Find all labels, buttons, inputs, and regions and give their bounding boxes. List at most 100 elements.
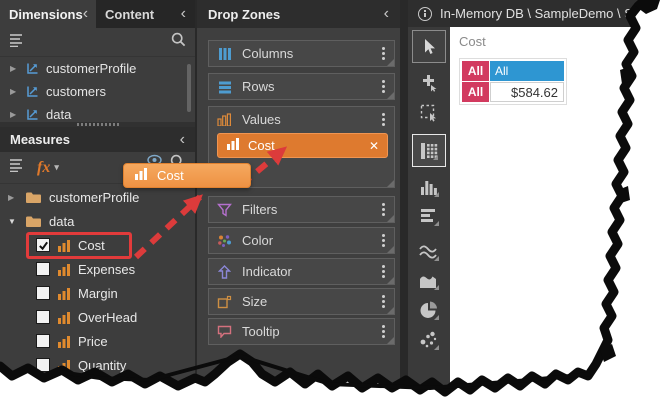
dimensions-scrollbar[interactable] bbox=[187, 64, 191, 112]
drop-zones-title: Drop Zones bbox=[208, 7, 280, 22]
resize-grip-icon[interactable] bbox=[387, 307, 394, 314]
columns-icon bbox=[216, 47, 233, 61]
info-icon[interactable] bbox=[418, 7, 432, 21]
resize-grip-icon[interactable] bbox=[387, 59, 394, 66]
drop-zone-size[interactable]: Size bbox=[208, 288, 395, 315]
color-icon bbox=[216, 234, 233, 248]
area-chart-tool-button[interactable] bbox=[408, 268, 450, 294]
measure-folder-data[interactable]: ▼ data bbox=[0, 209, 195, 233]
zone-menu-icon[interactable] bbox=[380, 78, 387, 95]
collapse-measures-icon[interactable]: ‹ bbox=[180, 132, 185, 148]
resize-grip-icon[interactable] bbox=[387, 215, 394, 222]
dimensions-tree: ▶ customerProfile ▶ customers ▶ data bbox=[0, 57, 195, 122]
measure-icon bbox=[57, 287, 71, 300]
zone-menu-icon[interactable] bbox=[380, 293, 387, 310]
list-view-icon[interactable] bbox=[9, 158, 25, 177]
zone-label: Indicator bbox=[242, 264, 292, 279]
measure-item-label: Price bbox=[78, 334, 108, 349]
values-cost-chip[interactable]: Cost ✕ bbox=[217, 133, 388, 158]
dimensions-toolbar bbox=[0, 28, 195, 57]
add-element-button[interactable] bbox=[408, 70, 450, 96]
pivot-column-header: All bbox=[490, 61, 564, 81]
checkbox-unchecked[interactable] bbox=[36, 286, 50, 300]
values-icon bbox=[216, 113, 233, 126]
zone-menu-icon[interactable] bbox=[380, 201, 387, 218]
measure-item-label: Quantity bbox=[78, 358, 126, 373]
resize-grip-icon[interactable] bbox=[387, 246, 394, 253]
resize-grip-icon[interactable] bbox=[387, 180, 394, 187]
measure-item-expenses[interactable]: Expenses bbox=[0, 257, 195, 281]
indicator-icon bbox=[216, 265, 233, 279]
tree-item-label: data bbox=[46, 107, 71, 122]
measures-header: Measures ‹ bbox=[0, 127, 195, 152]
resize-grip-icon[interactable] bbox=[387, 337, 394, 344]
tree-item-data[interactable]: ▶ data bbox=[0, 103, 195, 122]
checkbox-unchecked[interactable] bbox=[36, 262, 50, 276]
expand-icon[interactable]: ▶ bbox=[10, 87, 20, 96]
checkbox-unchecked[interactable] bbox=[36, 334, 50, 348]
measure-icon bbox=[57, 335, 71, 348]
drop-zone-filters[interactable]: Filters bbox=[208, 196, 395, 223]
tree-item-customers[interactable]: ▶ customers bbox=[0, 80, 195, 103]
drop-zone-tooltip[interactable]: Tooltip bbox=[208, 318, 395, 345]
tree-item-customerprofile[interactable]: ▶ customerProfile bbox=[0, 57, 195, 80]
measure-item-label: Margin bbox=[78, 286, 118, 301]
zone-menu-icon[interactable] bbox=[380, 323, 387, 340]
tab-dimensions[interactable]: Dimensions ‹ bbox=[0, 0, 96, 28]
collapse-tree-icon[interactable]: ▼ bbox=[8, 217, 19, 226]
pointer-tool-button[interactable] bbox=[412, 30, 446, 63]
expand-icon[interactable]: ▶ bbox=[10, 110, 20, 119]
checkbox-unchecked[interactable] bbox=[36, 358, 50, 372]
add-calculation-button[interactable]: fx ▾ bbox=[37, 159, 59, 177]
resize-grip-icon[interactable] bbox=[387, 277, 394, 284]
zone-menu-icon[interactable] bbox=[380, 111, 387, 128]
list-view-icon[interactable] bbox=[9, 33, 25, 52]
measure-item-price[interactable]: Price bbox=[0, 329, 195, 353]
widget-title: Cost bbox=[459, 34, 486, 49]
collapse-content-icon[interactable]: ‹ bbox=[181, 6, 186, 22]
pivot-grid: All All All $584.62 bbox=[459, 58, 567, 105]
marquee-select-button[interactable] bbox=[408, 100, 450, 126]
tree-item-label: customers bbox=[46, 84, 106, 99]
zone-label: Color bbox=[242, 233, 273, 248]
pivot-value-cell: $584.62 bbox=[490, 82, 564, 102]
measure-folder-label: customerProfile bbox=[49, 190, 139, 205]
expand-icon[interactable]: ▶ bbox=[10, 64, 20, 73]
tab-content[interactable]: Content ‹ bbox=[96, 0, 195, 28]
fx-icon: fx bbox=[37, 159, 50, 177]
collapse-dimensions-icon[interactable]: ‹ bbox=[83, 6, 88, 22]
pivot-grid-tool-button[interactable] bbox=[412, 134, 446, 167]
remove-chip-icon[interactable]: ✕ bbox=[369, 139, 379, 153]
drop-zone-color[interactable]: Color bbox=[208, 227, 395, 254]
measure-item-overhead[interactable]: OverHead bbox=[0, 305, 195, 329]
drop-zone-columns[interactable]: Columns bbox=[208, 40, 395, 67]
size-icon bbox=[216, 295, 233, 309]
measure-item-quantity[interactable]: Quantity bbox=[0, 353, 195, 377]
chevron-down-icon: ▾ bbox=[54, 162, 59, 173]
bar-chart-tool-button[interactable] bbox=[408, 174, 450, 200]
search-icon[interactable] bbox=[171, 32, 186, 52]
checkbox-unchecked[interactable] bbox=[36, 310, 50, 324]
measure-folder-customerprofile[interactable]: ▶ customerProfile bbox=[0, 185, 195, 209]
line-chart-tool-button[interactable] bbox=[408, 239, 450, 265]
measure-item-margin[interactable]: Margin bbox=[0, 281, 195, 305]
zone-label: Filters bbox=[242, 202, 277, 217]
tooltip-icon bbox=[216, 325, 233, 338]
collapse-drop-zones-icon[interactable]: ‹ bbox=[384, 6, 389, 22]
drag-ghost-chip[interactable]: Cost bbox=[123, 163, 251, 188]
resize-grip-icon[interactable] bbox=[387, 92, 394, 99]
zone-menu-icon[interactable] bbox=[380, 263, 387, 280]
drop-zone-rows[interactable]: Rows bbox=[208, 73, 395, 100]
drop-zone-indicator[interactable]: Indicator bbox=[208, 258, 395, 285]
zone-menu-icon[interactable] bbox=[380, 232, 387, 249]
expand-icon[interactable]: ▶ bbox=[8, 193, 19, 202]
pie-chart-tool-button[interactable] bbox=[408, 297, 450, 323]
scatter-chart-tool-button[interactable] bbox=[408, 327, 450, 353]
dimension-icon bbox=[26, 62, 39, 75]
visualization-toolbar bbox=[408, 27, 450, 406]
horizontal-bar-chart-tool-button[interactable] bbox=[408, 203, 450, 229]
zone-menu-icon[interactable] bbox=[380, 45, 387, 62]
tree-item-label: customerProfile bbox=[46, 61, 136, 76]
tab-content-label: Content bbox=[105, 7, 154, 22]
panel-divider bbox=[400, 0, 408, 406]
